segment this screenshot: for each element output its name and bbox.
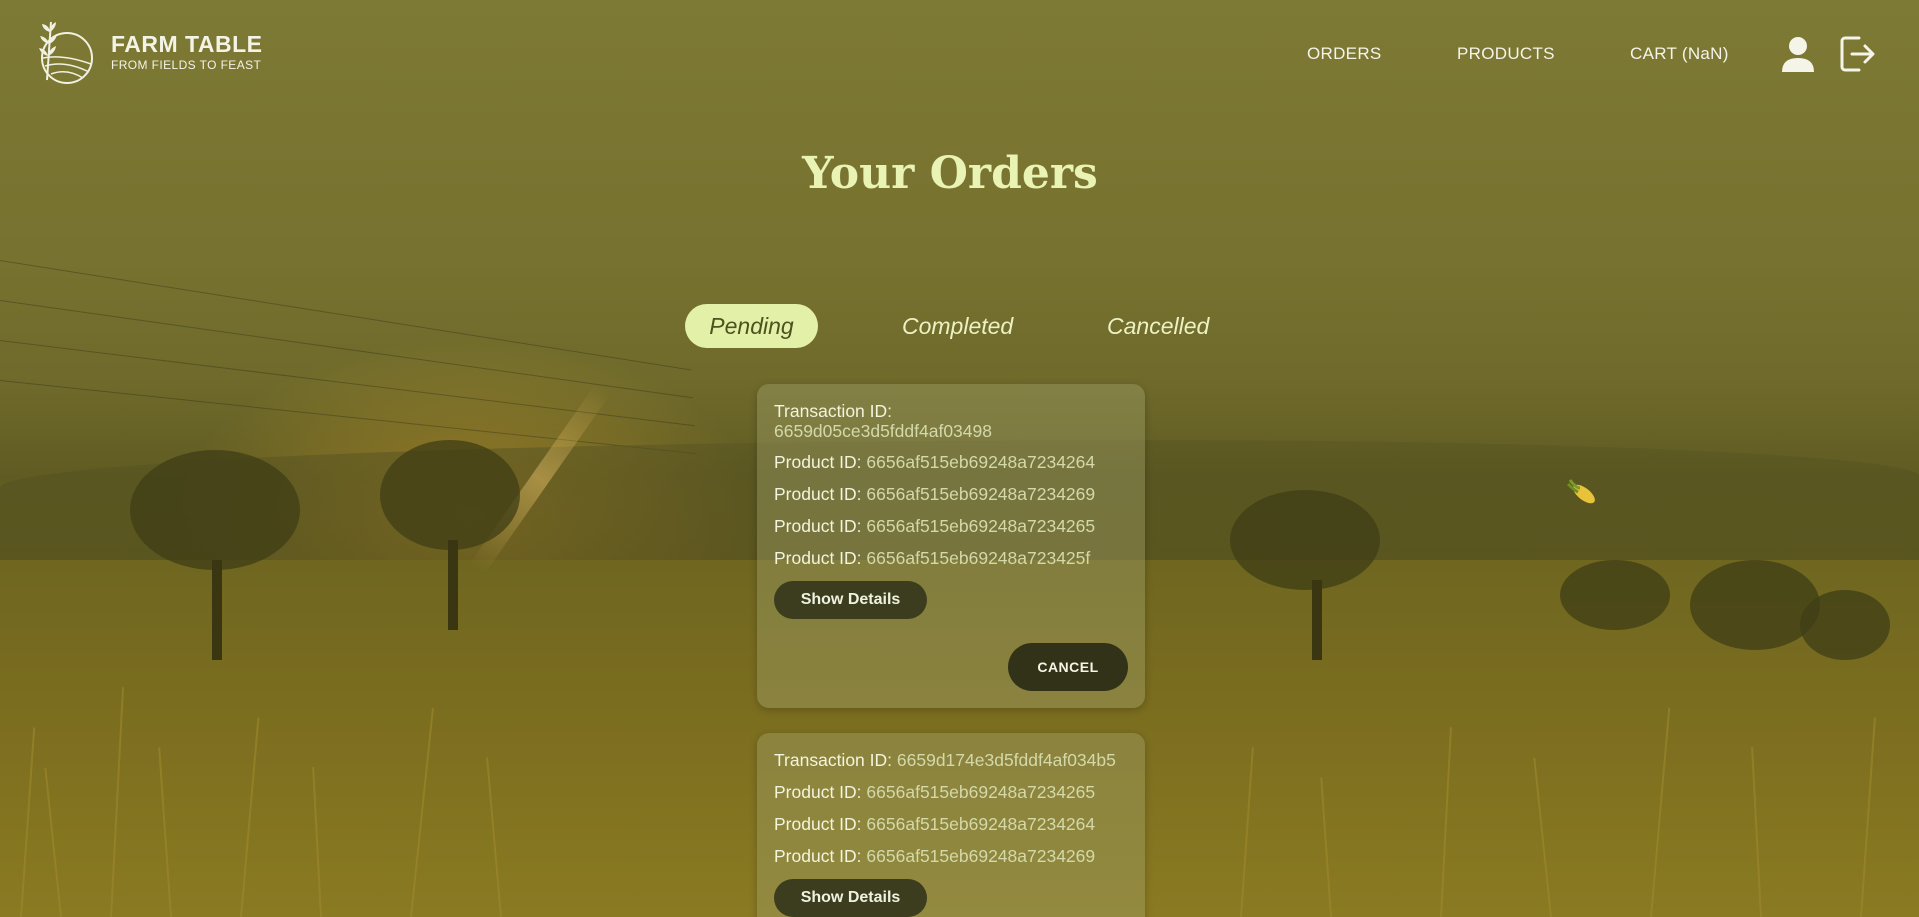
brand-title: FARM TABLE xyxy=(111,31,263,57)
product-id: 6656af515eb69248a7234264 xyxy=(866,452,1096,472)
product-id: 6656af515eb69248a7234264 xyxy=(866,814,1096,834)
order-card: Transaction ID: 6659d05ce3d5fddf4af03498… xyxy=(757,384,1145,708)
product-id: 6656af515eb69248a7234265 xyxy=(866,782,1096,802)
transaction-label: Transaction ID: xyxy=(774,750,893,770)
product-label: Product ID: xyxy=(774,484,862,504)
product-id: 6656af515eb69248a7234269 xyxy=(866,846,1096,866)
brand-tagline: FROM FIELDS TO FEAST xyxy=(111,58,262,72)
product-row: Product ID: 6656af515eb69248a7234264 xyxy=(774,814,1095,835)
product-id: 6656af515eb69248a7234265 xyxy=(866,516,1096,536)
product-label: Product ID: xyxy=(774,452,862,472)
tab-cancelled[interactable]: Cancelled xyxy=(1107,304,1209,348)
nav-products-link[interactable]: PRODUCTS xyxy=(1457,44,1555,64)
order-card: Transaction ID: 6659d174e3d5fddf4af034b5… xyxy=(757,733,1145,917)
product-label: Product ID: xyxy=(774,548,862,568)
product-row: Product ID: 6656af515eb69248a7234264 xyxy=(774,452,1095,473)
product-label: Product ID: xyxy=(774,782,862,802)
transaction-row: Transaction ID: 6659d05ce3d5fddf4af03498 xyxy=(774,401,1134,441)
product-row: Product ID: 6656af515eb69248a7234269 xyxy=(774,484,1095,505)
logout-icon[interactable] xyxy=(1839,34,1877,74)
show-details-button[interactable]: Show Details xyxy=(774,581,927,619)
nav-cart-link[interactable]: CART (NaN) xyxy=(1630,44,1729,64)
transaction-row: Transaction ID: 6659d174e3d5fddf4af034b5 xyxy=(774,750,1116,771)
product-label: Product ID: xyxy=(774,814,862,834)
product-row: Product ID: 6656af515eb69248a7234265 xyxy=(774,782,1095,803)
corn-cursor-icon xyxy=(1566,479,1595,504)
transaction-label: Transaction ID: xyxy=(774,401,893,421)
product-id: 6656af515eb69248a7234269 xyxy=(866,484,1096,504)
tab-completed[interactable]: Completed xyxy=(902,304,1013,348)
product-label: Product ID: xyxy=(774,516,862,536)
product-label: Product ID: xyxy=(774,846,862,866)
product-id: 6656af515eb69248a723425f xyxy=(866,548,1091,568)
transaction-id: 6659d05ce3d5fddf4af03498 xyxy=(774,421,992,441)
tab-pending[interactable]: Pending xyxy=(685,304,818,348)
cancel-order-button[interactable]: CANCEL xyxy=(1008,643,1128,691)
nav-orders-link[interactable]: ORDERS xyxy=(1307,44,1382,64)
transaction-id: 6659d174e3d5fddf4af034b5 xyxy=(896,750,1116,770)
page-title: Your Orders xyxy=(802,148,1098,199)
product-row: Product ID: 6656af515eb69248a723425f xyxy=(774,548,1090,569)
show-details-button[interactable]: Show Details xyxy=(774,879,927,917)
orders-page: FARM TABLE FROM FIELDS TO FEAST ORDERS P… xyxy=(0,0,1919,917)
product-row: Product ID: 6656af515eb69248a7234265 xyxy=(774,516,1095,537)
wheat-logo-icon xyxy=(39,21,93,84)
product-row: Product ID: 6656af515eb69248a7234269 xyxy=(774,846,1095,867)
brand-logo[interactable]: FARM TABLE FROM FIELDS TO FEAST xyxy=(33,18,263,86)
user-icon[interactable] xyxy=(1779,34,1817,74)
